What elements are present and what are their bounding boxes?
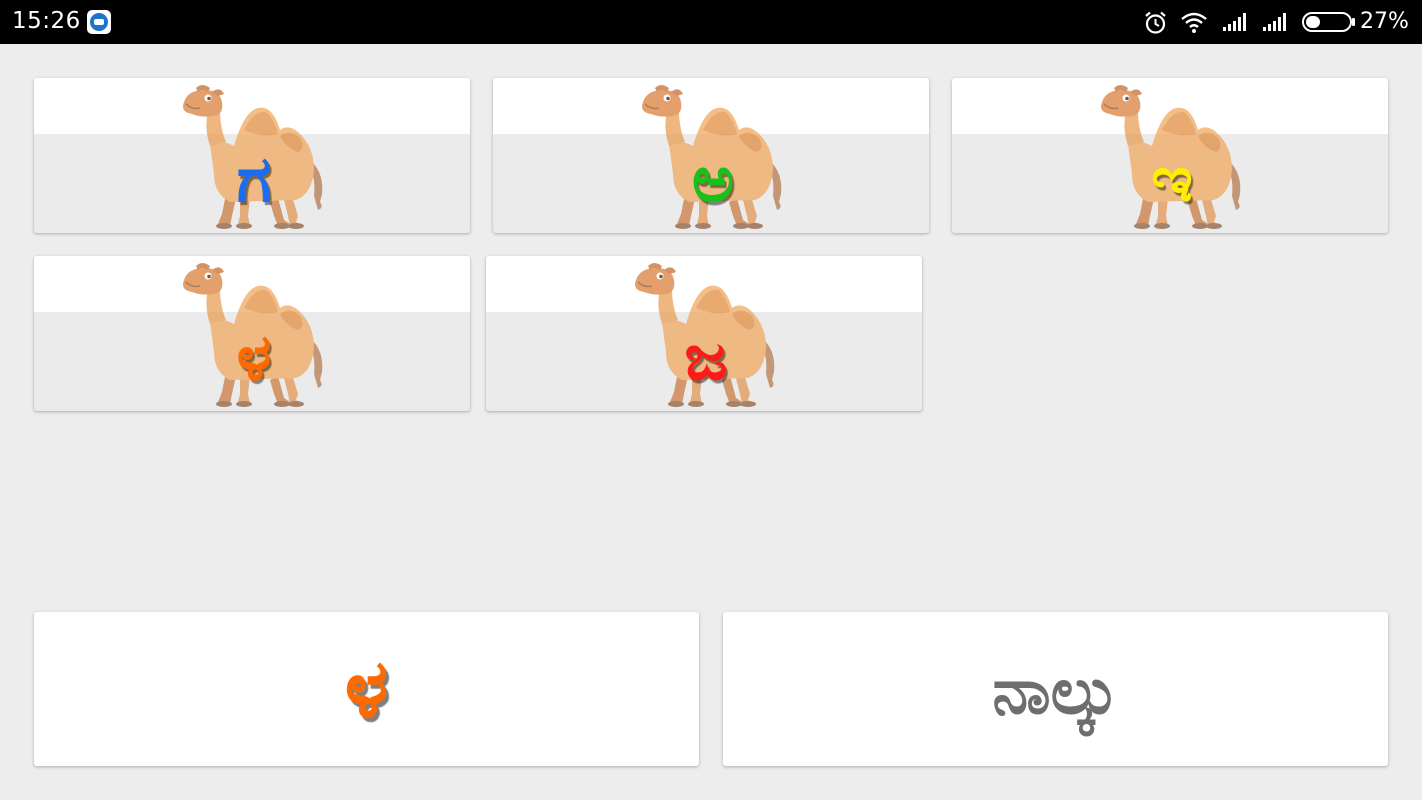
letter-card-5[interactable]: ಜ: [486, 256, 922, 411]
imo-app-icon: [87, 10, 111, 34]
answer-letter-card[interactable]: ಳ: [34, 612, 699, 766]
battery-percent: 27%: [1360, 9, 1409, 34]
letter-card-3-letter: ಇ: [1151, 143, 1193, 217]
letter-card-1-letter: ಗ: [236, 143, 272, 217]
letter-card-4[interactable]: ಳ: [34, 256, 470, 411]
alarm-icon: [1145, 11, 1166, 34]
answer-word: ನಾಲ್ಕು: [992, 655, 1119, 729]
status-time: 15:26: [12, 8, 81, 34]
letter-card-4-letter: ಳ: [236, 321, 272, 395]
letter-card-5-letter: ಜ: [684, 321, 728, 395]
signal-icon: [1263, 13, 1286, 31]
letter-card-1[interactable]: ಗ: [34, 78, 470, 233]
letter-card-2[interactable]: ಅ: [493, 78, 929, 233]
status-bar: 15:26 27%: [0, 0, 1422, 44]
letter-card-2-letter: ಅ: [691, 143, 735, 217]
answer-word-card[interactable]: ನಾಲ್ಕು: [723, 612, 1388, 766]
letter-card-3[interactable]: ಇ: [952, 78, 1388, 233]
answer-letter: ಳ: [344, 642, 389, 735]
battery-icon: [1302, 12, 1355, 32]
wifi-icon: [1181, 12, 1207, 33]
signal-icon: [1223, 13, 1246, 31]
